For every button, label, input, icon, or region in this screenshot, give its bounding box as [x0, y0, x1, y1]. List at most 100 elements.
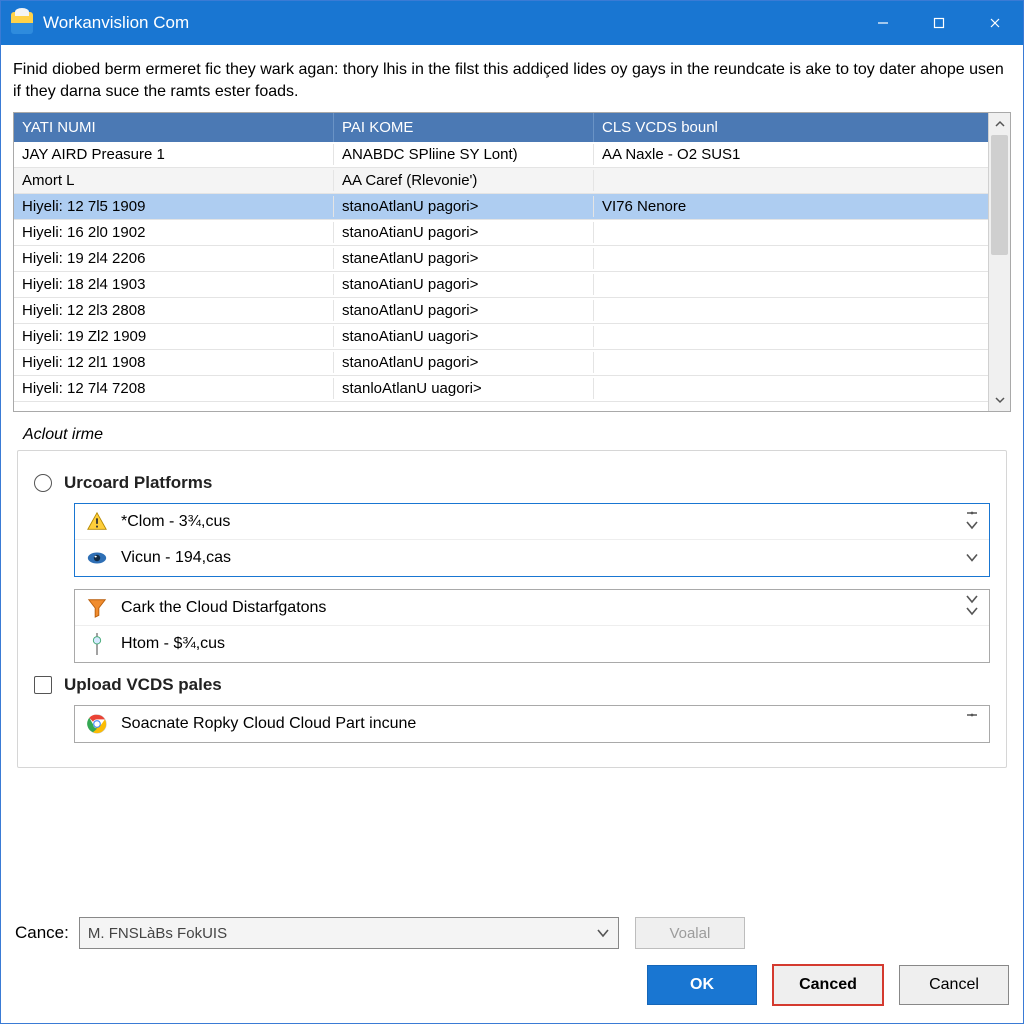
- table-cell: [594, 361, 1010, 365]
- node-icon: [85, 632, 109, 656]
- option-upload-row: Upload VCDS pales: [34, 675, 990, 695]
- maximize-icon: [932, 16, 946, 30]
- table-row[interactable]: Hiyeli: 19 Zl2 1909stanoAtianU uagori>: [14, 324, 1010, 350]
- table-cell: Hiyeli: 16 2l0 1902: [14, 222, 334, 243]
- chevron-down-icon: [965, 553, 979, 563]
- platforms-radio[interactable]: [34, 474, 52, 492]
- bottom-bar: Cance: M. FNSLàBs FokUIS Voalal OK Cance…: [1, 907, 1023, 1023]
- table-cell: VI76 Nenore: [594, 196, 1010, 217]
- expand-toggle[interactable]: [965, 550, 979, 567]
- table-row[interactable]: Hiyeli: 12 7l5 1909stanoAtlanU pagori>VI…: [14, 194, 1010, 220]
- vertical-scrollbar[interactable]: [988, 113, 1010, 411]
- panel-row[interactable]: *Clom - 3¾,cus: [75, 504, 989, 540]
- table-cell: [594, 309, 1010, 313]
- table-cell: ANABDC SPliine SY Lont): [334, 144, 594, 165]
- upload-label: Upload VCDS pales: [64, 675, 222, 695]
- table-cell: stanoAtlanU pagori>: [334, 300, 594, 321]
- minimize-icon: [876, 16, 890, 30]
- table-cell: Hiyeli: 18 2l4 1903: [14, 274, 334, 295]
- table-cell: [594, 335, 1010, 339]
- dash-icon: [965, 710, 979, 720]
- warning-icon: [85, 510, 109, 534]
- upload-checkbox[interactable]: [34, 676, 52, 694]
- expand-controls[interactable]: [965, 594, 979, 616]
- options-group: Urcoard Platforms *Clom - 3¾,cus: [17, 450, 1007, 768]
- panel-text: Cark the Cloud Distarfgatons: [121, 599, 326, 617]
- table-row[interactable]: Hiyeli: 12 7l4 7208stanloAtlanU uagori>: [14, 376, 1010, 402]
- dialog-body: Finid diobed berm ermeret fic they wark …: [1, 45, 1023, 907]
- panel-text: Vicun - 194,cas: [121, 549, 231, 567]
- panel-text: Soacnate Ropky Cloud Cloud Part incune: [121, 715, 416, 733]
- table-cell: [594, 387, 1010, 391]
- table-cell: stanoAtianU uagori>: [334, 326, 594, 347]
- table-cell: Hiyeli: 19 Zl2 1909: [14, 326, 334, 347]
- expand-controls[interactable]: [965, 508, 979, 530]
- cance-combobox[interactable]: M. FNSLàBs FokUIS: [79, 917, 619, 949]
- scroll-thumb[interactable]: [991, 135, 1008, 255]
- table-cell: Hiyeli: 12 7l4 7208: [14, 378, 334, 399]
- scroll-up-button[interactable]: [989, 113, 1010, 135]
- platforms-panel-2: Cark the Cloud Distarfgatons Htom - $¾,c…: [74, 589, 990, 663]
- table-row[interactable]: JAY AIRD Preasure 1ANABDC SPliine SY Lon…: [14, 142, 1010, 168]
- button-row: OK Canced Cancel: [15, 965, 1009, 1005]
- group-label: Aclout irme: [23, 426, 1011, 444]
- table-cell: stanoAtianU pagori>: [334, 222, 594, 243]
- canced-button[interactable]: Canced: [773, 965, 883, 1005]
- chevron-up-icon: [994, 118, 1006, 130]
- voalal-button: Voalal: [635, 917, 745, 949]
- panel-row[interactable]: Cark the Cloud Distarfgatons: [75, 590, 989, 626]
- panel-row[interactable]: Htom - $¾,cus: [75, 626, 989, 662]
- cancel-button[interactable]: Cancel: [899, 965, 1009, 1005]
- chevron-down-icon: [965, 594, 979, 604]
- table-row[interactable]: Hiyeli: 16 2l0 1902stanoAtianU pagori>: [14, 220, 1010, 246]
- chevron-down-icon: [596, 928, 610, 938]
- scroll-down-button[interactable]: [989, 389, 1010, 411]
- window-title: Workanvislion Com: [43, 13, 855, 33]
- maximize-button[interactable]: [911, 1, 967, 45]
- table-cell: stanoAtianU pagori>: [334, 274, 594, 295]
- upload-panel: Soacnate Ropky Cloud Cloud Part incune: [74, 705, 990, 743]
- scroll-track[interactable]: [989, 135, 1010, 389]
- table-cell: AA Naxle - O2 SUS1: [594, 144, 1010, 165]
- table-cell: [594, 257, 1010, 261]
- table-cell: Hiyeli: 12 2l3 2808: [14, 300, 334, 321]
- expand-controls[interactable]: [965, 710, 979, 720]
- close-button[interactable]: [967, 1, 1023, 45]
- panel-text: Htom - $¾,cus: [121, 635, 225, 653]
- option-platforms-row: Urcoard Platforms: [34, 473, 990, 493]
- table-cell: Amort L: [14, 170, 334, 191]
- table-row[interactable]: Amort LAA Caref (Rlevonie'): [14, 168, 1010, 194]
- eye-icon: [85, 546, 109, 570]
- table-row[interactable]: Hiyeli: 18 2l4 1903stanoAtianU pagori>: [14, 272, 1010, 298]
- table-row[interactable]: Hiyeli: 12 2l1 1908stanoAtlanU pagori>: [14, 350, 1010, 376]
- table-cell: stanoAtlanU pagori>: [334, 352, 594, 373]
- panel-row[interactable]: Vicun - 194,cas: [75, 540, 989, 576]
- combo-row: Cance: M. FNSLàBs FokUIS Voalal: [15, 917, 1009, 949]
- ok-button[interactable]: OK: [647, 965, 757, 1005]
- chevron-down-icon: [965, 520, 979, 530]
- table-cell: Hiyeli: 12 7l5 1909: [14, 196, 334, 217]
- col-header-3[interactable]: CLS VCDS bounl: [594, 113, 1010, 142]
- combo-value: M. FNSLàBs FokUIS: [88, 925, 227, 942]
- app-window: Workanvislion Com Finid diobed berm erme…: [0, 0, 1024, 1024]
- chevron-down-icon: [994, 394, 1006, 406]
- filter-icon: [85, 596, 109, 620]
- data-table: YATI NUMI PAI KOME CLS VCDS bounl JAY AI…: [13, 112, 1011, 412]
- panel-text: *Clom - 3¾,cus: [121, 513, 230, 531]
- table-row[interactable]: Hiyeli: 12 2l3 2808stanoAtlanU pagori>: [14, 298, 1010, 324]
- platforms-panel-1: *Clom - 3¾,cus Vicun - 194,cas: [74, 503, 990, 577]
- table-cell: stanoAtlanU pagori>: [334, 196, 594, 217]
- table-header: YATI NUMI PAI KOME CLS VCDS bounl: [14, 113, 1010, 142]
- titlebar: Workanvislion Com: [1, 1, 1023, 45]
- minimize-button[interactable]: [855, 1, 911, 45]
- table-cell: AA Caref (Rlevonie'): [334, 170, 594, 191]
- panel-row[interactable]: Soacnate Ropky Cloud Cloud Part incune: [75, 706, 989, 742]
- chevron-down-icon: [965, 606, 979, 616]
- app-icon: [11, 12, 33, 34]
- table-cell: stanloAtlanU uagori>: [334, 378, 594, 399]
- col-header-2[interactable]: PAI KOME: [334, 113, 594, 142]
- table-row[interactable]: Hiyeli: 19 2l4 2206staneAtlanU pagori>: [14, 246, 1010, 272]
- col-header-1[interactable]: YATI NUMI: [14, 113, 334, 142]
- table-cell: [594, 179, 1010, 183]
- combo-label: Cance:: [15, 923, 69, 943]
